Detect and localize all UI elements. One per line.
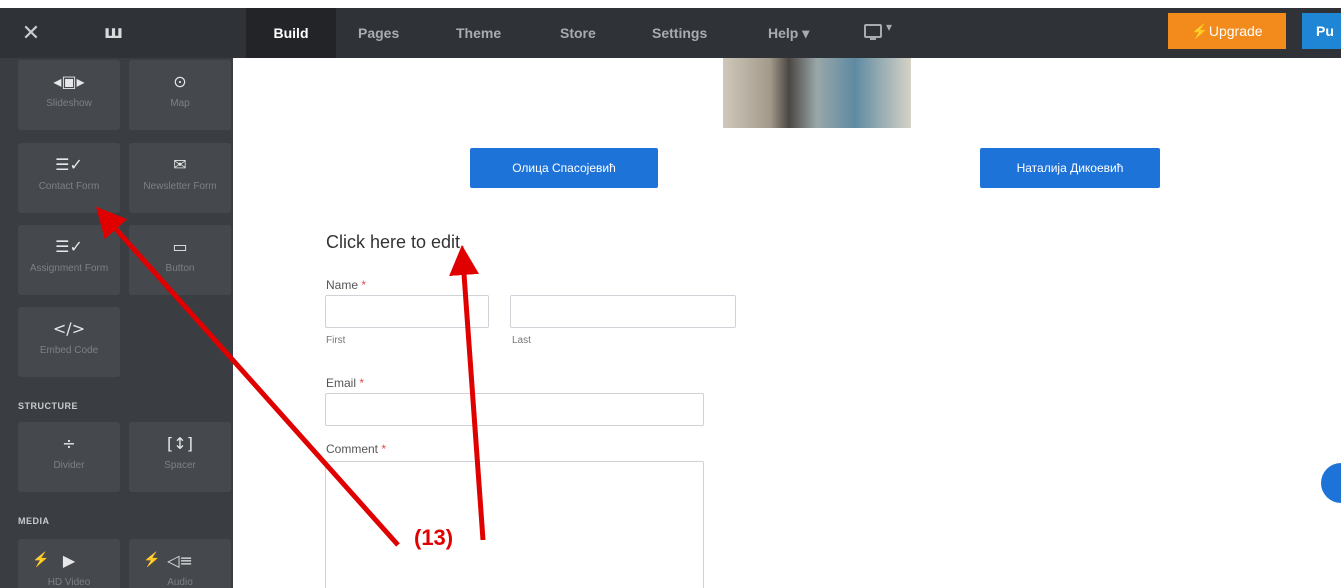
tile-label: Audio [167,577,193,588]
email-input[interactable] [325,393,704,426]
tile-label: Button [165,263,195,274]
assignment-form-icon: ☰✓ [55,237,83,256]
comment-textarea[interactable] [325,461,704,588]
tile-label: HD Video [47,577,91,588]
first-name-input[interactable] [325,295,489,328]
divider-element[interactable]: ÷ Divider [18,422,120,492]
comment-label: Comment * [326,442,386,456]
close-icon[interactable]: ✕ [18,23,44,49]
button-icon: ▭ [172,237,188,256]
assignment-form-element[interactable]: ☰✓ Assignment Form [18,225,120,295]
tile-label: Map [170,98,190,109]
upgrade-button[interactable]: ⚡Upgrade [1168,13,1286,49]
required-mark: * [359,376,365,390]
tab-pages[interactable]: Pages [358,8,399,58]
spacer-icon: [↕] [167,434,193,453]
contact-form-icon: ☰✓ [55,155,83,174]
first-sublabel: First [326,335,346,346]
lightning-icon: ⚡ [32,551,50,567]
chevron-down-icon[interactable]: ▾ [886,20,892,34]
photo-image[interactable] [723,58,911,128]
hd-video-element[interactable]: ⚡ ▶ HD Video [18,539,120,588]
email-label: Email * [326,376,364,390]
embed-code-element[interactable]: </> Embed Code [18,307,120,377]
map-element[interactable]: ⊙ Map [129,60,231,130]
map-pin-icon: ⊙ [173,72,187,91]
last-sublabel: Last [512,335,531,346]
name-label: Name * [326,278,366,292]
page-canvas: Олица Спасојевић Наталија Дикоевић Click… [233,58,1341,588]
tile-label: Newsletter Form [143,181,217,192]
slideshow-element[interactable]: ◂▣▸ Slideshow [18,60,120,130]
button-element[interactable]: ▭ Button [129,225,231,295]
tile-label: Contact Form [38,181,100,192]
tab-settings[interactable]: Settings [652,8,707,58]
newsletter-form-element[interactable]: ✉ Newsletter Form [129,143,231,213]
slideshow-icon: ◂▣▸ [53,72,85,91]
tile-label: Assignment Form [29,263,109,274]
lightning-icon: ⚡ [143,551,161,567]
required-mark: * [361,278,367,292]
email-label-text: Email [326,376,357,390]
envelope-icon: ✉ [173,155,187,174]
element-sidebar: ◂▣▸ Slideshow ⊙ Map ☰✓ Contact Form ✉ Ne… [0,58,233,588]
person-button-1[interactable]: Олица Спасојевић [470,148,658,188]
tile-label: Embed Code [39,345,99,356]
required-mark: * [381,442,387,456]
help-round-button[interactable] [1321,463,1341,503]
tab-help[interactable]: Help ▾ [768,8,809,58]
weebly-logo-icon[interactable]: ꟺ [104,22,134,46]
contact-form-element[interactable]: ☰✓ Contact Form [18,143,120,213]
section-label-structure: STRUCTURE [18,401,78,411]
publish-button[interactable]: Pu [1302,13,1341,49]
tile-label: Slideshow [46,98,92,109]
top-bar: ✕ ꟺ Build Pages Theme Store Settings Hel… [0,0,1341,60]
audio-element[interactable]: ⚡ ◁≡ Audio [129,539,231,588]
tile-label: Divider [53,460,85,471]
embed-code-icon: </> [52,319,86,338]
device-preview-icon[interactable] [864,24,882,40]
divider-icon: ÷ [62,434,76,453]
tab-theme[interactable]: Theme [456,8,501,58]
section-label-media: MEDIA [18,516,50,526]
last-name-input[interactable] [510,295,736,328]
tab-store[interactable]: Store [560,8,596,58]
tab-build[interactable]: Build [246,8,336,58]
person-button-2[interactable]: Наталија Дикоевић [980,148,1160,188]
annotation-label: (13) [414,525,454,550]
form-title[interactable]: Click here to edit. [326,232,465,253]
name-label-text: Name [326,278,359,292]
tile-label: Spacer [164,460,196,471]
comment-label-text: Comment [326,442,379,456]
spacer-element[interactable]: [↕] Spacer [129,422,231,492]
